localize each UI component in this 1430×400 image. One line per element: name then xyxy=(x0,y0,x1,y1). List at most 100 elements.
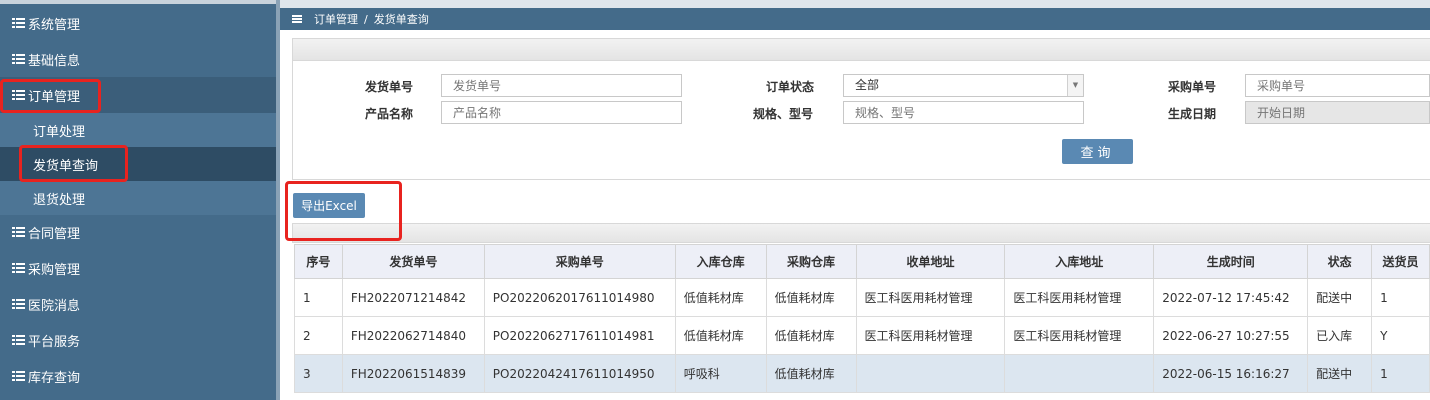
column-header[interactable]: 发货单号 xyxy=(341,244,485,279)
spec-model-input[interactable] xyxy=(843,101,1084,124)
column-header[interactable]: 状态 xyxy=(1307,244,1373,279)
list-icon xyxy=(12,262,26,274)
list-icon xyxy=(12,298,26,310)
column-header[interactable]: 收单地址 xyxy=(855,244,1006,279)
table-cell: 已入库 xyxy=(1307,316,1373,355)
table-header-strip xyxy=(292,223,1430,243)
sidebar-item-label: 库存查询 xyxy=(28,370,81,386)
sidebar-item-platform-service[interactable]: 平台服务 xyxy=(0,322,276,358)
list-icon xyxy=(12,53,26,65)
sidebar-item-hospital-message[interactable]: 医院消息 xyxy=(0,286,276,322)
table-cell: 2022-06-15 16:16:27 xyxy=(1153,354,1309,393)
column-header[interactable]: 送货员 xyxy=(1371,244,1430,279)
sidebar-subitem-label: 退货处理 xyxy=(33,192,86,208)
sidebar-item-order-management[interactable]: 订单管理 xyxy=(0,77,276,113)
chevron-down-icon[interactable]: ▼ xyxy=(1067,75,1083,96)
sidebar-item-label: 订单管理 xyxy=(28,89,81,105)
sidebar-item-label: 系统管理 xyxy=(28,17,81,33)
sidebar-item-label: 采购管理 xyxy=(28,262,81,278)
table-cell: 3 xyxy=(294,354,343,393)
table-cell: 低值耗材库 xyxy=(765,278,857,317)
table-cell: 医工科医用耗材管理 xyxy=(1004,316,1155,355)
sidebar-item-inventory[interactable]: 库存查询 xyxy=(0,358,276,394)
table-cell: FH2022062714840 xyxy=(341,316,485,355)
column-header[interactable]: 采购单号 xyxy=(483,244,676,279)
top-strip xyxy=(280,0,1430,8)
search-panel-header xyxy=(293,39,1430,61)
sidebar-item-label: 医院消息 xyxy=(28,298,81,314)
table-cell: FH2022071214842 xyxy=(341,278,485,317)
shipment-table: 序号 发货单号 采购单号 入库仓库 采购仓库 收单地址 入库地址 生成时间 状态… xyxy=(294,244,1430,393)
table-cell: 低值耗材库 xyxy=(674,278,767,317)
ship-no-input[interactable] xyxy=(441,74,682,97)
table-cell xyxy=(1004,354,1155,393)
table-row[interactable]: 2 FH2022062714840 PO2022062717611014981 … xyxy=(294,316,1430,355)
sidebar-subitem-label: 发货单查询 xyxy=(33,158,99,174)
sidebar: 系统管理 基础信息 订单管理 订单处理 发货单查询 退货处理 合同管理 采购管理… xyxy=(0,0,276,400)
column-header[interactable]: 序号 xyxy=(294,244,343,279)
sidebar-subitem-shipment-query[interactable]: 发货单查询 xyxy=(0,147,276,181)
table-cell: 配送中 xyxy=(1307,354,1373,393)
query-button[interactable]: 查询 xyxy=(1062,139,1133,164)
export-excel-button[interactable]: 导出Excel xyxy=(293,193,365,218)
list-icon xyxy=(12,226,26,238)
table-row[interactable]: 3 FH2022061514839 PO2022042417611014950 … xyxy=(294,354,1430,393)
sidebar-item-basic-info[interactable]: 基础信息 xyxy=(0,41,276,77)
sidebar-item-purchase[interactable]: 采购管理 xyxy=(0,250,276,286)
table-cell: 低值耗材库 xyxy=(674,316,767,355)
table-row[interactable]: 1 FH2022071214842 PO2022062017611014980 … xyxy=(294,278,1430,317)
product-name-label: 产品名称 xyxy=(365,107,414,121)
table-cell: 医工科医用耗材管理 xyxy=(1004,278,1155,317)
table-cell: PO2022042417611014950 xyxy=(483,354,676,393)
product-name-input[interactable] xyxy=(441,101,682,124)
po-no-input[interactable] xyxy=(1245,74,1430,97)
create-date-label: 生成日期 xyxy=(1168,107,1217,121)
table-cell: 配送中 xyxy=(1307,278,1373,317)
order-status-label: 订单状态 xyxy=(766,80,815,94)
list-icon xyxy=(12,370,26,382)
table-cell: 1 xyxy=(1371,354,1430,393)
sidebar-subitem-label: 订单处理 xyxy=(33,124,86,140)
column-header[interactable]: 入库地址 xyxy=(1004,244,1155,279)
order-status-value: 全部 xyxy=(855,78,880,92)
table-cell: 低值耗材库 xyxy=(765,316,857,355)
breadcrumb-separator: / xyxy=(364,12,368,26)
table-cell: 医工科医用耗材管理 xyxy=(855,316,1006,355)
table-cell: PO2022062717611014981 xyxy=(483,316,676,355)
table-cell: 1 xyxy=(1371,278,1430,317)
start-date-input[interactable] xyxy=(1245,101,1430,124)
ship-no-label: 发货单号 xyxy=(365,80,414,94)
list-icon xyxy=(12,334,26,346)
sidebar-divider xyxy=(276,0,280,400)
table-cell: 呼吸科 xyxy=(674,354,767,393)
table-cell xyxy=(855,354,1006,393)
table-cell: Y xyxy=(1371,316,1430,355)
table-cell: 2022-07-12 17:45:42 xyxy=(1153,278,1309,317)
table-cell: PO2022062017611014980 xyxy=(483,278,676,317)
po-no-label: 采购单号 xyxy=(1168,80,1217,94)
table-header-row: 序号 发货单号 采购单号 入库仓库 采购仓库 收单地址 入库地址 生成时间 状态… xyxy=(294,244,1430,279)
breadcrumb: 订单管理 / 发货单查询 xyxy=(280,8,1430,30)
spec-model-label: 规格、型号 xyxy=(753,107,814,121)
sidebar-item-label: 平台服务 xyxy=(28,334,81,350)
order-status-select[interactable]: 全部 ▼ xyxy=(843,74,1084,97)
list-icon xyxy=(12,17,26,29)
list-icon xyxy=(12,89,26,101)
table-cell: FH2022061514839 xyxy=(341,354,485,393)
table-cell: 2022-06-27 10:27:55 xyxy=(1153,316,1309,355)
column-header[interactable]: 入库仓库 xyxy=(674,244,767,279)
sidebar-item-contract[interactable]: 合同管理 xyxy=(0,214,276,250)
table-cell: 医工科医用耗材管理 xyxy=(855,278,1006,317)
sidebar-item-system[interactable]: 系统管理 xyxy=(0,5,276,41)
column-header[interactable]: 生成时间 xyxy=(1153,244,1309,279)
menu-icon[interactable] xyxy=(292,15,302,23)
sidebar-subitem-order-processing[interactable]: 订单处理 xyxy=(0,113,276,147)
sidebar-item-label: 合同管理 xyxy=(28,226,81,242)
column-header[interactable]: 采购仓库 xyxy=(765,244,857,279)
breadcrumb-parent[interactable]: 订单管理 xyxy=(314,11,358,27)
table-cell: 低值耗材库 xyxy=(765,354,857,393)
table-cell: 2 xyxy=(294,316,343,355)
sidebar-subitem-return-processing[interactable]: 退货处理 xyxy=(0,181,276,215)
sidebar-item-label: 基础信息 xyxy=(28,53,81,69)
table-cell: 1 xyxy=(294,278,343,317)
